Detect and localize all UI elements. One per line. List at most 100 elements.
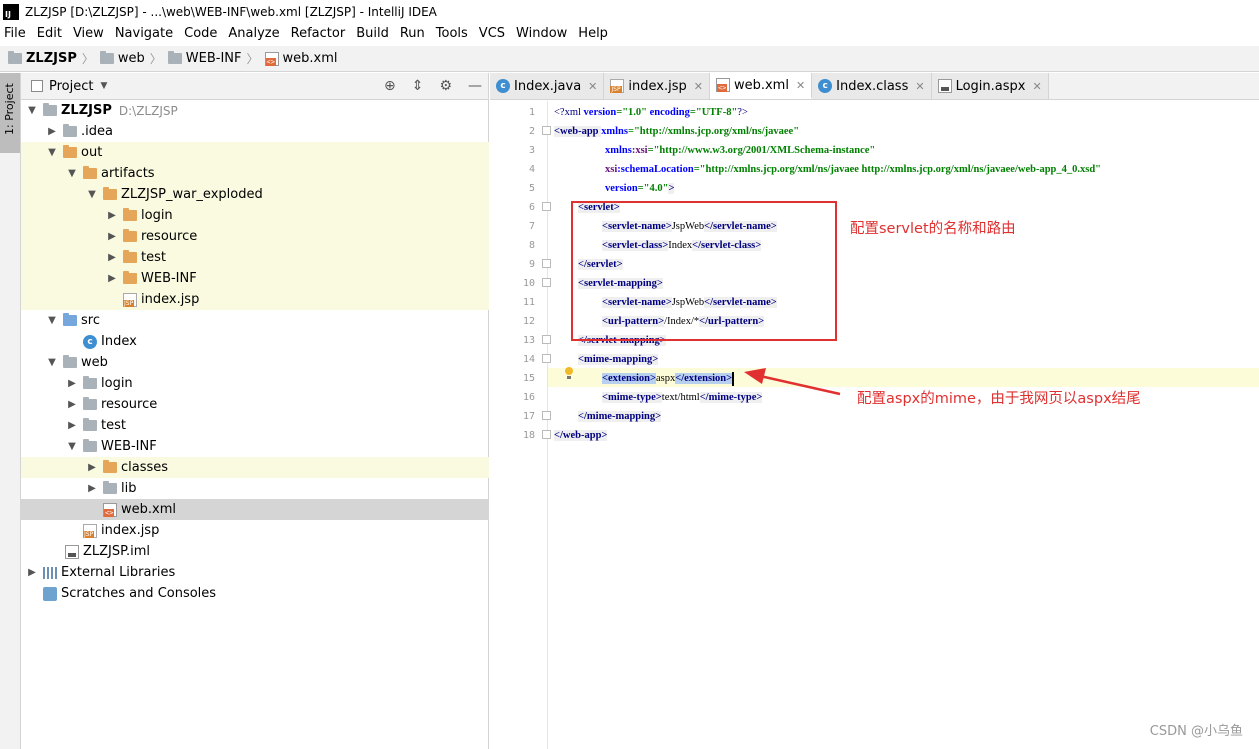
menu-build[interactable]: Build (356, 26, 389, 41)
tree-item-web-resource[interactable]: ▶ resource (21, 394, 489, 415)
tab-label: Login.aspx (955, 78, 1026, 94)
tab-index-class[interactable]: c Index.class ✕ (812, 73, 932, 99)
menu-run[interactable]: Run (400, 26, 425, 41)
tree-item-web-xml[interactable]: web.xml (21, 499, 489, 520)
close-icon[interactable]: ✕ (694, 80, 703, 93)
chevron-right-icon[interactable]: ▶ (65, 420, 79, 431)
menu-navigate[interactable]: Navigate (115, 26, 173, 41)
menu-analyze[interactable]: Analyze (228, 26, 279, 41)
tree-item-artifacts[interactable]: ▼ artifacts (21, 163, 489, 184)
menu-view[interactable]: View (73, 26, 104, 41)
menu-vcs[interactable]: VCS (479, 26, 505, 41)
tree-item-web-login[interactable]: ▶ login (21, 373, 489, 394)
tree-item-external-libraries[interactable]: ▶ External Libraries (21, 562, 489, 583)
chevron-down-icon[interactable]: ▼ (45, 315, 59, 326)
tree-item-lib[interactable]: ▶ lib (21, 478, 489, 499)
folder-icon (83, 376, 97, 389)
project-tool-window-tab[interactable]: 1: Project (0, 73, 20, 153)
tree-item-web-web-inf[interactable]: ▼ WEB-INF (21, 436, 489, 457)
tree-item-src[interactable]: ▼ src (21, 310, 489, 331)
tree-item-scratches[interactable]: Scratches and Consoles (21, 583, 489, 604)
chevron-right-icon[interactable]: ▶ (65, 399, 79, 410)
editor-tabs: c Index.java ✕ index.jsp ✕ web.xml ✕ c I… (490, 73, 1259, 100)
line-number: 1 (528, 107, 535, 118)
locate-icon[interactable]: ⊕ (384, 78, 396, 94)
tree-item-web-index-jsp[interactable]: index.jsp (21, 520, 489, 541)
menu-refactor[interactable]: Refactor (291, 26, 346, 41)
tree-item-war-exploded[interactable]: ▼ ZLZJSP_war_exploded (21, 184, 489, 205)
xml-file-icon (264, 51, 279, 66)
web-folder-icon (63, 355, 77, 368)
close-icon[interactable]: ✕ (1032, 80, 1041, 93)
chevron-right-icon[interactable]: ▶ (105, 231, 119, 242)
tree-item-label: lib (121, 481, 137, 496)
collapse-all-icon[interactable]: ⇕ (412, 78, 424, 94)
hide-icon[interactable]: — (468, 78, 482, 94)
menu-help[interactable]: Help (578, 26, 608, 41)
chevron-down-icon[interactable]: ▼ (85, 189, 99, 200)
folder-icon (83, 397, 97, 410)
chevron-down-icon[interactable]: ▼ (45, 147, 59, 158)
chevron-down-icon[interactable]: ▼ (25, 105, 39, 116)
menu-file[interactable]: File (4, 26, 26, 41)
tree-item-iml[interactable]: ZLZJSP.iml (21, 541, 489, 562)
menu-code[interactable]: Code (184, 26, 217, 41)
chevron-right-icon[interactable]: ▶ (105, 273, 119, 284)
chevron-down-icon[interactable]: ▼ (65, 441, 79, 452)
line-number: 10 (522, 278, 535, 289)
tree-item-label: Index (101, 334, 137, 349)
fold-marker-icon[interactable] (542, 202, 551, 211)
fold-marker-icon[interactable] (542, 259, 551, 268)
fold-marker-icon[interactable] (542, 430, 551, 439)
tree-item-index-class[interactable]: c Index (21, 331, 489, 352)
menu-window[interactable]: Window (516, 26, 567, 41)
code-editor[interactable]: <?xml version="1.0" encoding="UTF-8"?> <… (554, 101, 1259, 749)
tab-index-jsp[interactable]: index.jsp ✕ (604, 73, 710, 99)
tree-item-out-login[interactable]: ▶ login (21, 205, 489, 226)
chevron-right-icon[interactable]: ▶ (105, 210, 119, 221)
tree-item-out[interactable]: ▼ out (21, 142, 489, 163)
breadcrumb-web-label: web (117, 51, 145, 66)
project-view-selector[interactable]: Project (49, 79, 93, 94)
chevron-right-icon[interactable]: ▶ (25, 567, 39, 578)
folder-icon (167, 51, 182, 64)
breadcrumb-web-xml[interactable]: web.xml (264, 51, 338, 66)
tree-item-out-index-jsp[interactable]: index.jsp (21, 289, 489, 310)
chevron-down-icon[interactable]: ▼ (100, 81, 107, 91)
line-number: 11 (522, 297, 535, 308)
close-icon[interactable]: ✕ (915, 80, 924, 93)
menu-tools[interactable]: Tools (436, 26, 468, 41)
tab-index-java[interactable]: c Index.java ✕ (490, 73, 605, 99)
menu-edit[interactable]: Edit (37, 26, 62, 41)
breadcrumb-project[interactable]: ZLZJSP 〉 (8, 50, 100, 67)
line-number: 5 (528, 183, 535, 194)
chevron-right-icon[interactable]: ▶ (105, 252, 119, 263)
chevron-down-icon[interactable]: ▼ (65, 168, 79, 179)
tree-item-out-resource[interactable]: ▶ resource (21, 226, 489, 247)
breadcrumb-web-inf[interactable]: WEB-INF 〉 (167, 50, 265, 67)
chevron-right-icon[interactable]: ▶ (45, 126, 59, 137)
fold-marker-icon[interactable] (542, 354, 551, 363)
close-icon[interactable]: ✕ (588, 80, 597, 93)
tree-item-idea[interactable]: ▶ .idea (21, 121, 489, 142)
chevron-right-icon[interactable]: ▶ (65, 378, 79, 389)
tab-web-xml[interactable]: web.xml ✕ (709, 73, 813, 99)
close-icon[interactable]: ✕ (796, 79, 805, 92)
gear-icon[interactable]: ⚙ (439, 78, 452, 94)
tree-item-classes[interactable]: ▶ classes (21, 457, 489, 478)
tab-login-aspx[interactable]: Login.aspx ✕ (931, 73, 1049, 99)
breadcrumb-web[interactable]: web 〉 (99, 50, 168, 67)
intellij-app-icon: IJ (3, 3, 19, 20)
fold-marker-icon[interactable] (542, 126, 551, 135)
chevron-right-icon[interactable]: ▶ (85, 483, 99, 494)
fold-marker-icon[interactable] (542, 278, 551, 287)
fold-marker-icon[interactable] (542, 335, 551, 344)
tree-item-zlzjsp[interactable]: ▼ ZLZJSP D:\ZLZJSP (21, 100, 489, 121)
fold-marker-icon[interactable] (542, 411, 551, 420)
tree-item-out-test[interactable]: ▶ test (21, 247, 489, 268)
tree-item-web[interactable]: ▼ web (21, 352, 489, 373)
tree-item-web-test[interactable]: ▶ test (21, 415, 489, 436)
chevron-right-icon[interactable]: ▶ (85, 462, 99, 473)
chevron-down-icon[interactable]: ▼ (45, 357, 59, 368)
tree-item-out-web-inf[interactable]: ▶ WEB-INF (21, 268, 489, 289)
